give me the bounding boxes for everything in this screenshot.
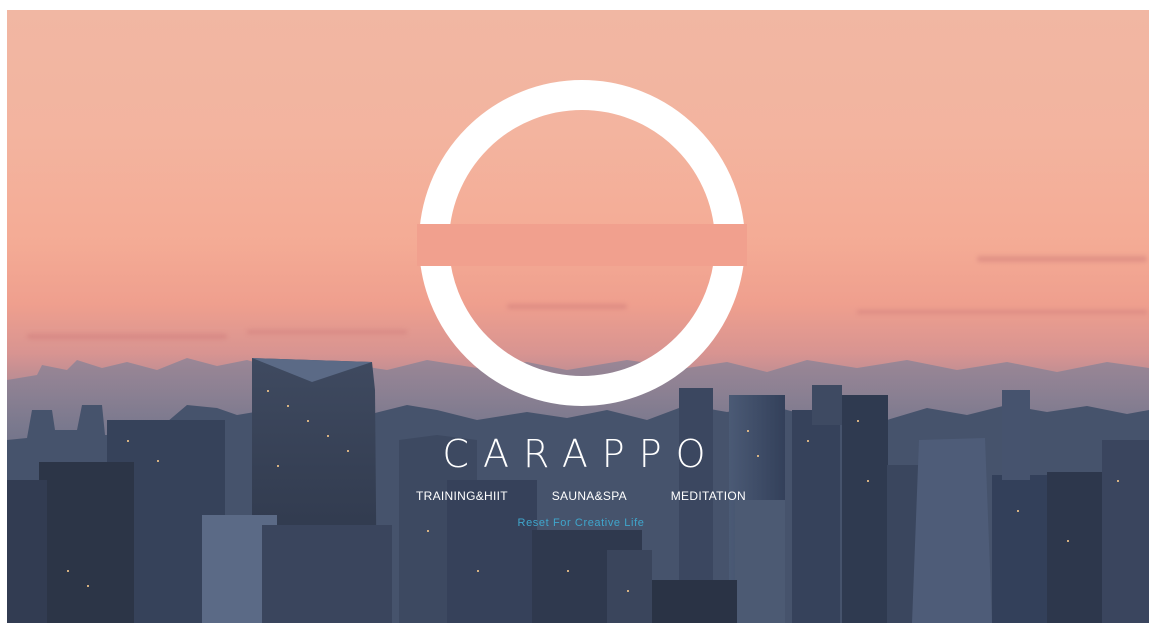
hero-banner: CARAPPO TRAINING&HIIT SAUNA&SPA MEDITATI… bbox=[7, 10, 1149, 623]
page: CARAPPO TRAINING&HIIT SAUNA&SPA MEDITATI… bbox=[0, 0, 1151, 627]
open-ring-logo-icon bbox=[417, 80, 747, 406]
